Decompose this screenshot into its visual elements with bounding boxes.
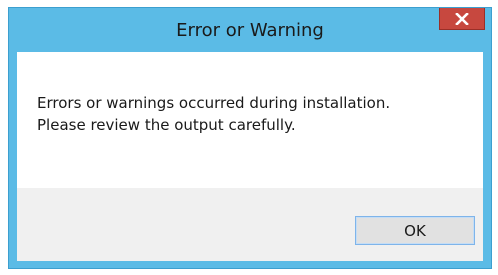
message-line-2: Please review the output carefully. — [37, 116, 296, 134]
close-button[interactable] — [439, 8, 485, 30]
ok-button[interactable]: OK — [355, 216, 475, 245]
dialog-title: Error or Warning — [176, 20, 324, 41]
message-line-1: Errors or warnings occurred during insta… — [37, 94, 391, 112]
error-dialog: Error or Warning Errors or warnings occu… — [8, 7, 492, 269]
message-area: Errors or warnings occurred during insta… — [17, 52, 483, 188]
error-message: Errors or warnings occurred during insta… — [37, 92, 473, 136]
close-icon — [455, 12, 469, 25]
title-bar[interactable]: Error or Warning — [9, 8, 491, 52]
button-bar: OK — [17, 188, 483, 261]
